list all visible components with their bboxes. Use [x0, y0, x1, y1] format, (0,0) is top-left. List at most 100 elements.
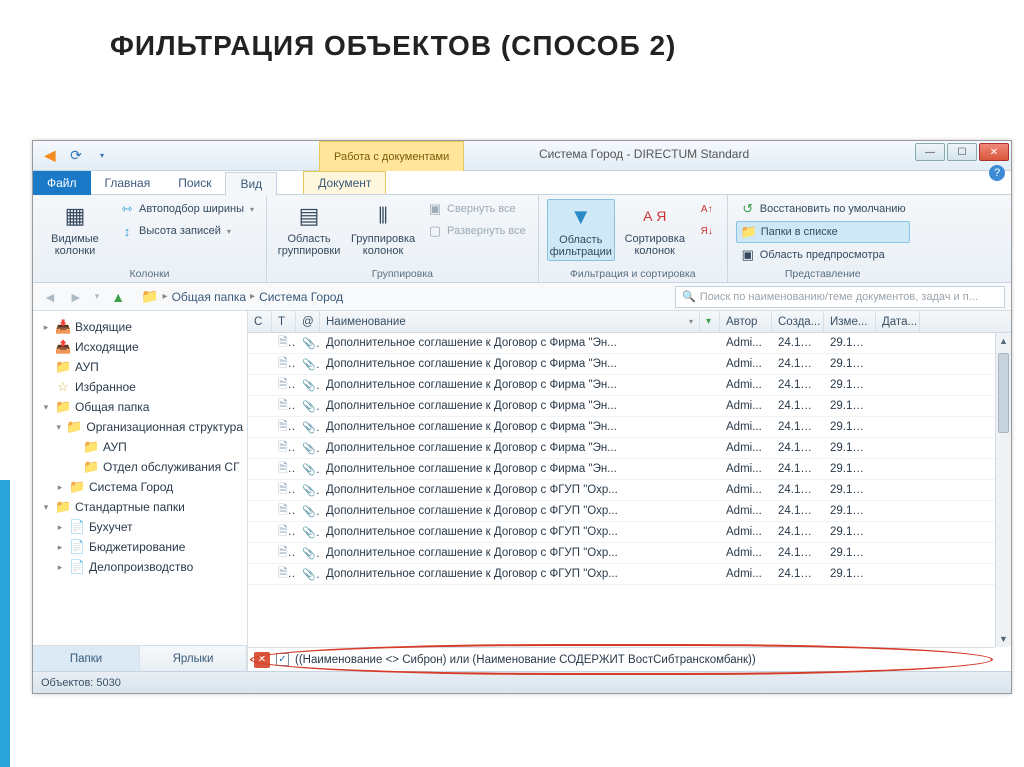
tree-item-label: Организационная структура	[86, 420, 243, 434]
tree-caret-icon[interactable]: ▸	[55, 542, 65, 553]
minimize-button[interactable]: —	[915, 143, 945, 161]
column-header-name[interactable]: Наименование▾	[320, 311, 700, 332]
list-row[interactable]: 🗎📎Дополнительное соглашение к Договор с …	[248, 438, 1011, 459]
group-columns-button[interactable]: ⫴ Группировка колонок	[349, 199, 417, 259]
breadcrumb-item[interactable]: Система Город	[259, 290, 343, 304]
sort-columns-button[interactable]: А Я Сортировка колонок	[621, 199, 689, 259]
nav-forward-icon[interactable]: ►	[65, 287, 87, 307]
tree-item[interactable]: ▾📁Стандартные папки	[35, 497, 245, 517]
scroll-up-icon[interactable]: ▲	[996, 333, 1011, 349]
preview-area-button[interactable]: ▣Область предпросмотра	[736, 245, 910, 265]
filter-dropdown-icon[interactable]: ▾	[689, 317, 693, 326]
tree-caret-icon[interactable]: ▾	[41, 402, 51, 413]
filter-enable-checkbox[interactable]: ✓	[276, 653, 289, 666]
attachment-icon: 📎	[302, 359, 320, 371]
help-icon[interactable]: ?	[989, 165, 1005, 181]
list-row[interactable]: 🗎📎Дополнительное соглашение к Договор с …	[248, 564, 1011, 585]
tree-caret-icon[interactable]: ▸	[55, 562, 65, 573]
filter-close-button[interactable]: ✕	[254, 652, 270, 668]
tree-item[interactable]: ▸📄Делопроизводство	[35, 557, 245, 577]
tree-item[interactable]: 📁АУП	[35, 437, 245, 457]
row-height-button[interactable]: ↕Высота записей▾	[115, 221, 258, 241]
row-name: Дополнительное соглашение к Договор с ФГ…	[320, 524, 700, 540]
tree-item[interactable]: ▸📄Бухучет	[35, 517, 245, 537]
expand-all-button[interactable]: ▢Развернуть все	[423, 221, 530, 241]
column-header-date[interactable]: Дата...	[876, 311, 920, 332]
nav-up-icon[interactable]: ▲	[107, 287, 129, 307]
tree-item[interactable]: ☆Избранное	[35, 377, 245, 397]
column-header-c[interactable]: С	[248, 311, 272, 332]
auto-width-button[interactable]: ⇿Автоподбор ширины▾	[115, 199, 258, 219]
tree-item[interactable]: ▸📥Входящие	[35, 317, 245, 337]
group-cols-icon: ⫴	[367, 201, 399, 231]
attachment-icon: 📎	[302, 548, 320, 560]
list-row[interactable]: 🗎📎Дополнительное соглашение к Договор с …	[248, 354, 1011, 375]
tree-caret-icon[interactable]: ▸	[41, 322, 51, 333]
nav-back-icon[interactable]: ◄	[39, 287, 61, 307]
attachment-icon: 📎	[302, 506, 320, 518]
row-modified: 29.12....	[824, 545, 876, 561]
search-input[interactable]: 🔍 Поиск по наименованию/теме документов,…	[675, 286, 1005, 308]
row-name: Дополнительное соглашение к Договор с Фи…	[320, 398, 700, 414]
tree-item[interactable]: 📁АУП	[35, 357, 245, 377]
tree-caret-icon[interactable]: ▾	[55, 422, 62, 433]
column-header-created[interactable]: Созда...	[772, 311, 824, 332]
tab-view[interactable]: Вид	[225, 172, 277, 196]
tab-document[interactable]: Документ	[303, 171, 386, 194]
tree-caret-icon[interactable]: ▸	[55, 482, 65, 493]
scroll-down-icon[interactable]: ▼	[996, 631, 1011, 647]
collapse-all-button[interactable]: ▣Свернуть все	[423, 199, 530, 219]
column-header-at[interactable]: @	[296, 311, 320, 332]
tree-item[interactable]: ▸📄Бюджетирование	[35, 537, 245, 557]
list-row[interactable]: 🗎📎Дополнительное соглашение к Договор с …	[248, 543, 1011, 564]
tree-item[interactable]: ▾📁Организационная структура	[35, 417, 245, 437]
tree-item[interactable]: 📁Отдел обслуживания СГ	[35, 457, 245, 477]
column-header-author[interactable]: Автор	[720, 311, 772, 332]
breadcrumb[interactable]: 📁 ▸ Общая папка ▸ Система Город	[135, 288, 675, 305]
qa-dropdown-icon[interactable]: ▾	[91, 145, 113, 167]
list-row[interactable]: 🗎 📎Дополнительное соглашение к Договор с …	[248, 501, 1011, 522]
list-row[interactable]: 🗎📎Дополнительное соглашение к Договор с …	[248, 375, 1011, 396]
list-row[interactable]: 🗎📎Дополнительное соглашение к Договор с …	[248, 480, 1011, 501]
column-header-t[interactable]: Т	[272, 311, 296, 332]
list-row[interactable]: 🗎📎Дополнительное соглашение к Договор с …	[248, 459, 1011, 480]
app-menu-icon[interactable]: ◀	[39, 145, 61, 167]
column-header-fl[interactable]: ▾	[700, 311, 720, 332]
document-icon: 🗎	[278, 503, 288, 517]
tree-tab-shortcuts[interactable]: Ярлыки	[140, 646, 247, 671]
column-header-modified[interactable]: Изме...	[824, 311, 876, 332]
tree-tab-folders[interactable]: Папки	[33, 646, 140, 671]
folders-in-list-button[interactable]: 📁Папки в списке	[736, 221, 910, 243]
tab-main[interactable]: Главная	[91, 172, 165, 194]
close-button[interactable]: ✕	[979, 143, 1009, 161]
tree-item[interactable]: ▸📁Система Город	[35, 477, 245, 497]
list-row[interactable]: 🗎📎Дополнительное соглашение к Договор с …	[248, 417, 1011, 438]
visible-columns-button[interactable]: ▦ Видимые колонки	[41, 199, 109, 259]
list-header: СТ@Наименование▾▾АвторСозда...Изме...Дат…	[248, 311, 1011, 333]
restore-default-button[interactable]: ↺Восстановить по умолчанию	[736, 199, 910, 219]
list-row[interactable]: 🗎📎Дополнительное соглашение к Договор с …	[248, 333, 1011, 354]
tree-caret-icon[interactable]: ▸	[55, 522, 65, 533]
tab-file[interactable]: Файл	[33, 171, 91, 195]
document-icon: 🗎	[278, 440, 288, 454]
tab-search[interactable]: Поиск	[164, 172, 225, 194]
tree-caret-icon[interactable]: ▾	[41, 502, 51, 513]
tree-item[interactable]: ▾📁Общая папка	[35, 397, 245, 417]
scrollbar-thumb[interactable]	[998, 353, 1009, 433]
sort-asc-button[interactable]: А↑	[695, 199, 719, 219]
sort-desc-button[interactable]: Я↓	[695, 221, 719, 241]
flag-icon: ▾	[706, 316, 711, 327]
row-name: Дополнительное соглашение к Договор с Фи…	[320, 377, 700, 393]
row-name: Дополнительное соглашение к Договор с ФГ…	[320, 503, 700, 519]
nav-history-icon[interactable]: ▾	[91, 289, 104, 304]
group-area-button[interactable]: ▤ Область группировки	[275, 199, 343, 259]
breadcrumb-item[interactable]: Общая папка	[172, 290, 246, 304]
list-row[interactable]: 🗎📎Дополнительное соглашение к Договор с …	[248, 522, 1011, 543]
filter-area-button[interactable]: ▼ Область фильтрации	[547, 199, 615, 261]
list-row[interactable]: 🗎📎Дополнительное соглашение к Договор с …	[248, 396, 1011, 417]
vertical-scrollbar[interactable]: ▲ ▼	[995, 333, 1011, 647]
context-tab-header: Работа с документами	[319, 141, 464, 171]
tree-item[interactable]: 📤Исходящие	[35, 337, 245, 357]
maximize-button[interactable]: ☐	[947, 143, 977, 161]
refresh-icon[interactable]: ⟳	[65, 145, 87, 167]
